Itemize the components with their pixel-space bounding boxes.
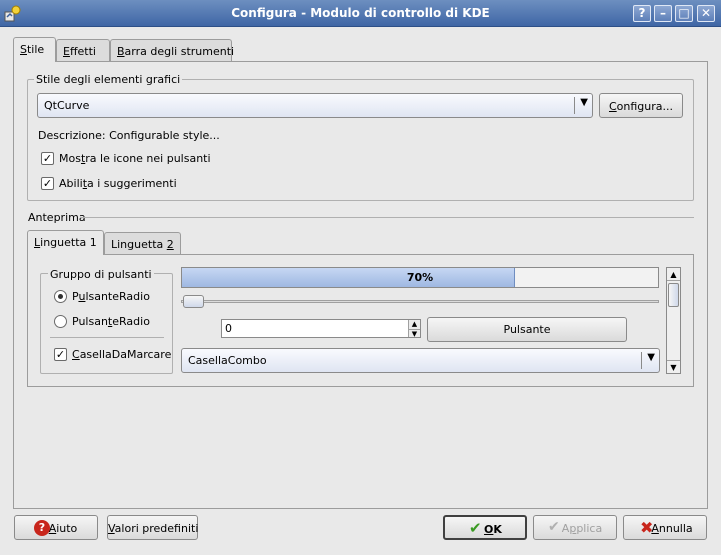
show-icons-label: Mostra le icone nei pulsanti (59, 152, 211, 165)
tab-stile[interactable]: Stile (13, 37, 56, 62)
style-group-legend: Stile degli elementi grafici (34, 73, 183, 86)
progress-label: 70% (406, 271, 434, 284)
spin-down-icon[interactable]: ▼ (408, 329, 420, 338)
scroll-up-icon[interactable]: ▲ (667, 268, 680, 281)
vertical-scrollbar[interactable]: ▲ ▼ (666, 267, 681, 374)
minimize-button[interactable]: – (654, 5, 672, 22)
combo-separator (641, 352, 642, 369)
enable-tooltips-checkbox[interactable]: ✓ (41, 177, 54, 190)
radio-button-1[interactable] (54, 290, 67, 303)
tab-linguetta-2[interactable]: Linguetta 2 (104, 232, 181, 255)
preview-checkbox-label: CasellaDaMarcare (72, 348, 172, 361)
slider-track[interactable] (181, 300, 659, 303)
cancel-button-label: Annulla (651, 522, 693, 535)
tab-linguetta-2-label: Linguetta 2 (111, 238, 174, 251)
preview-checkbox[interactable]: ✓ (54, 348, 67, 361)
chevron-down-icon: ▼ (580, 97, 588, 108)
tab-linguetta-1[interactable]: Linguetta 1 (27, 230, 104, 255)
ok-button[interactable]: ✔ OK (443, 515, 527, 540)
spinbox-value: 0 (225, 322, 232, 335)
button-group-legend: Gruppo di pulsanti (48, 268, 154, 281)
style-combo-value: QtCurve (44, 99, 90, 112)
configure-button-label: Configura... (608, 100, 674, 113)
show-icons-checkbox[interactable]: ✓ (41, 152, 54, 165)
preview-combo-value: CasellaCombo (188, 354, 267, 367)
tab-barra-strumenti[interactable]: Barra degli strumenti (110, 39, 235, 62)
maximize-button[interactable]: □ (675, 5, 693, 22)
apply-icon: ✔ (548, 519, 560, 535)
slider-handle[interactable] (183, 295, 204, 308)
group-separator (50, 337, 164, 338)
tab-linguetta-1-label: Linguetta 1 (34, 236, 97, 249)
ok-icon: ✔ (469, 519, 482, 537)
chevron-down-icon: ▼ (647, 352, 655, 363)
enable-tooltips-label: Abilita i suggerimenti (59, 177, 177, 190)
defaults-button-label: Valori predefiniti (108, 522, 199, 535)
tab-effetti-label: Effetti (63, 45, 96, 58)
radio-button-1-label: PulsanteRadio (72, 290, 150, 303)
help-button-label: Aiuto (48, 522, 78, 535)
tab-effetti[interactable]: Effetti (56, 39, 110, 62)
tab-barra-strumenti-label: Barra degli strumenti (117, 45, 235, 58)
title-bar[interactable]: Configura - Modulo di controllo di KDE ?… (0, 0, 721, 27)
scroll-down-icon[interactable]: ▼ (667, 360, 680, 373)
style-description: Descrizione: Configurable style... (38, 129, 220, 142)
preview-separator (80, 217, 694, 218)
radio-button-2-label: PulsanteRadio (72, 315, 150, 328)
help-icon: ? (34, 520, 50, 536)
apply-button[interactable]: ✔ Applica (533, 515, 617, 540)
spin-up-icon[interactable]: ▲ (408, 320, 420, 329)
tab-stile-label: Stile (20, 43, 45, 56)
close-button[interactable]: ✕ (697, 5, 715, 22)
window-title: Configura - Modulo di controllo di KDE (231, 6, 490, 20)
ok-button-label: OK (484, 523, 502, 536)
help-button[interactable]: ? Aiuto (14, 515, 98, 540)
cancel-button[interactable]: ✖ Annulla (623, 515, 707, 540)
scroll-thumb[interactable] (668, 283, 679, 307)
preview-push-button[interactable]: Pulsante (427, 317, 627, 342)
cancel-icon: ✖ (640, 518, 654, 537)
defaults-button[interactable]: Valori predefiniti (107, 515, 198, 540)
combo-separator (574, 97, 575, 114)
progress-bar: 70% (181, 267, 659, 288)
apply-button-label: Applica (561, 522, 603, 535)
radio-button-2[interactable] (54, 315, 67, 328)
spinbox[interactable]: 0 ▲ ▼ (221, 319, 421, 338)
help-window-button[interactable]: ? (633, 5, 651, 22)
preview-combo[interactable]: CasellaCombo ▼ (181, 348, 660, 373)
style-combo[interactable]: QtCurve ▼ (37, 93, 593, 118)
configure-button[interactable]: Configura... (599, 93, 683, 118)
preview-label: Anteprima (28, 211, 86, 224)
